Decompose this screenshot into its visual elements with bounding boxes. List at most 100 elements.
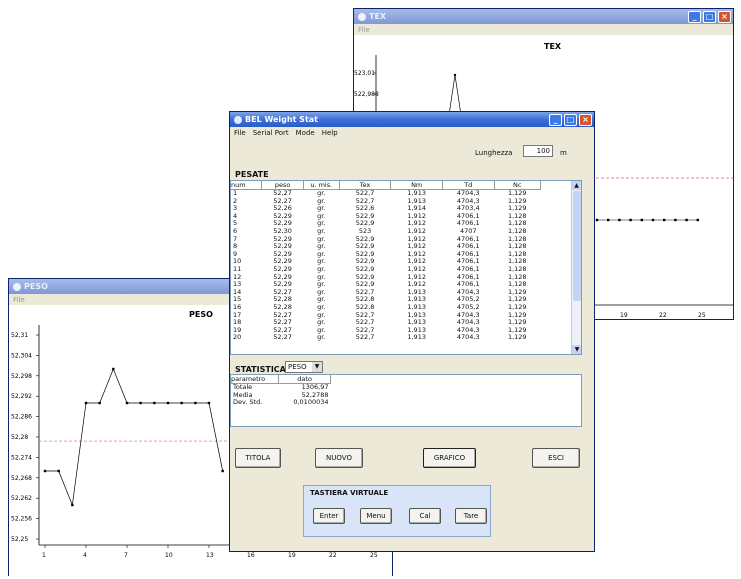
scroll-down-icon[interactable]: ▼ xyxy=(572,345,581,354)
x-tick-label: 4 xyxy=(83,552,87,559)
enter-button[interactable]: Enter xyxy=(313,508,345,524)
table-cell: Dev. Std. xyxy=(233,398,263,407)
minimize-icon[interactable]: _ xyxy=(688,10,701,23)
data-point xyxy=(221,469,224,473)
y-tick-label: 52,274 xyxy=(11,454,32,461)
table-cell: 1,129 xyxy=(507,333,527,342)
peso-window-title: PESO xyxy=(24,282,48,291)
data-point xyxy=(43,469,47,473)
table-cell: 52,27 xyxy=(273,333,292,342)
x-tick-label: 1 xyxy=(42,552,46,559)
y-tick-label: 52,268 xyxy=(11,475,32,482)
tex-data-point xyxy=(651,218,655,222)
lunghezza-unit: m xyxy=(560,149,567,157)
app-icon xyxy=(13,282,21,291)
tex-x-tick: 19 xyxy=(620,312,628,319)
y-tick-label: 52,304 xyxy=(11,352,32,359)
grafico-button[interactable]: GRAFICO xyxy=(423,448,476,468)
main-menubar: File Serial Port Mode Help xyxy=(230,127,594,138)
y-tick-label: 52,298 xyxy=(11,373,32,380)
tare-button[interactable]: Tare xyxy=(455,508,487,524)
tex-point xyxy=(453,73,457,77)
tex-data-point xyxy=(607,218,610,222)
tex-titlebar[interactable]: TEX _ □ × xyxy=(354,9,733,24)
x-tick-label: 13 xyxy=(206,552,214,559)
table-cell: 1,913 xyxy=(407,333,426,342)
titola-button[interactable]: TITOLA xyxy=(235,448,281,468)
menu-help[interactable]: Help xyxy=(322,129,338,137)
data-point xyxy=(112,367,115,371)
y-tick-label: 52,286 xyxy=(11,414,32,421)
data-point xyxy=(71,503,74,507)
tex-series-line xyxy=(448,74,462,116)
tex-data-point xyxy=(629,218,632,222)
y-tick-label: 52,31 xyxy=(11,332,28,339)
scroll-up-icon[interactable]: ▲ xyxy=(572,181,581,190)
pesate-table: num peso u. mis. Tex Nm Td Nc 1 52,27 gr. 5… xyxy=(231,181,542,342)
statistica-body: Totale 1306,97 Media 52,2788 Dev. Std. 0,0100… xyxy=(231,383,331,407)
close-icon[interactable]: × xyxy=(579,113,592,126)
nuovo-button[interactable]: NUOVO xyxy=(315,448,363,468)
table-cell: gr. xyxy=(317,333,326,342)
data-point xyxy=(166,401,170,405)
menu-serial-port[interactable]: Serial Port xyxy=(253,129,289,137)
menu-file[interactable]: File xyxy=(13,296,25,304)
cal-button[interactable]: Cal xyxy=(409,508,441,524)
menu-file[interactable]: File xyxy=(358,26,370,34)
tex-y-tick: 523,01 xyxy=(354,70,375,77)
tastiera-panel: TASTIERA VIRTUALE Enter Menu Cal Tare xyxy=(303,485,491,537)
menu-mode[interactable]: Mode xyxy=(296,129,315,137)
statistica-select[interactable]: PESO ▼ xyxy=(285,361,323,373)
maximize-icon[interactable]: □ xyxy=(703,10,716,23)
pesate-body: 1 52,27 gr. 522,7 1,913 4704,3 1,129 2 52,27 gr. 5… xyxy=(231,189,541,342)
maximize-icon[interactable]: □ xyxy=(564,113,577,126)
menu-button[interactable]: Menu xyxy=(360,508,392,524)
data-point xyxy=(125,401,129,405)
statistica-label: STATISTICA xyxy=(235,365,286,374)
menu-file[interactable]: File xyxy=(234,129,246,137)
table-row[interactable]: 20 52,27 gr. 522,7 1,913 4704,3 1,129 xyxy=(231,334,541,342)
main-window: BEL Weight Stat _ □ × File Serial Port M… xyxy=(229,111,595,552)
peso-chart-title: PESO xyxy=(189,310,213,319)
table-cell: 4704,3 xyxy=(456,333,480,342)
series-line xyxy=(45,368,224,507)
x-tick-label: 22 xyxy=(329,552,337,559)
x-tick-label: 19 xyxy=(288,552,296,559)
tex-data-point xyxy=(685,218,688,222)
y-tick-label: 52,28 xyxy=(11,434,28,441)
vertical-scrollbar[interactable]: ▲ ▼ xyxy=(571,181,581,354)
statistica-select-value: PESO xyxy=(288,363,307,371)
tex-window-title: TEX xyxy=(369,12,387,21)
minimize-icon[interactable]: _ xyxy=(549,113,562,126)
tex-data-point xyxy=(663,218,666,222)
statistica-table: parametro dato Totale 1306,97 Media 52,2788… xyxy=(231,375,331,407)
x-tick-label: 7 xyxy=(124,552,128,559)
tex-x-tick: 22 xyxy=(659,312,667,319)
data-point xyxy=(207,401,211,405)
x-tick-label: 16 xyxy=(247,552,255,559)
tex-x-tick: 25 xyxy=(698,312,706,319)
app-icon xyxy=(358,12,366,21)
table-cell: 0,0100034 xyxy=(293,398,329,407)
scroll-thumb[interactable] xyxy=(573,191,581,301)
y-tick-label: 52,25 xyxy=(11,536,28,543)
y-tick-label: 52,256 xyxy=(11,516,32,523)
esci-button[interactable]: ESCI xyxy=(532,448,580,468)
y-tick-label: 52,262 xyxy=(11,495,32,502)
main-titlebar[interactable]: BEL Weight Stat _ □ × xyxy=(230,112,594,127)
chevron-down-icon[interactable]: ▼ xyxy=(312,362,322,372)
tex-data-point xyxy=(640,218,643,222)
tex-y-tick: 522,988 xyxy=(354,91,379,98)
statistica-table-box: parametro dato Totale 1306,97 Media 52,2788… xyxy=(230,374,582,427)
tastiera-label: TASTIERA VIRTUALE xyxy=(310,489,389,497)
close-icon[interactable]: × xyxy=(718,10,731,23)
data-point xyxy=(57,469,60,473)
tex-data-point xyxy=(595,218,599,222)
y-tick-label: 52,292 xyxy=(11,393,32,400)
table-cell: 20 xyxy=(233,333,242,342)
table-row: Dev. Std. 0,0100034 xyxy=(231,399,331,407)
x-tick-label: 25 xyxy=(370,552,378,559)
lunghezza-input[interactable]: 100 xyxy=(523,145,553,157)
tex-series-points xyxy=(595,218,699,222)
tex-data-point xyxy=(618,218,621,222)
